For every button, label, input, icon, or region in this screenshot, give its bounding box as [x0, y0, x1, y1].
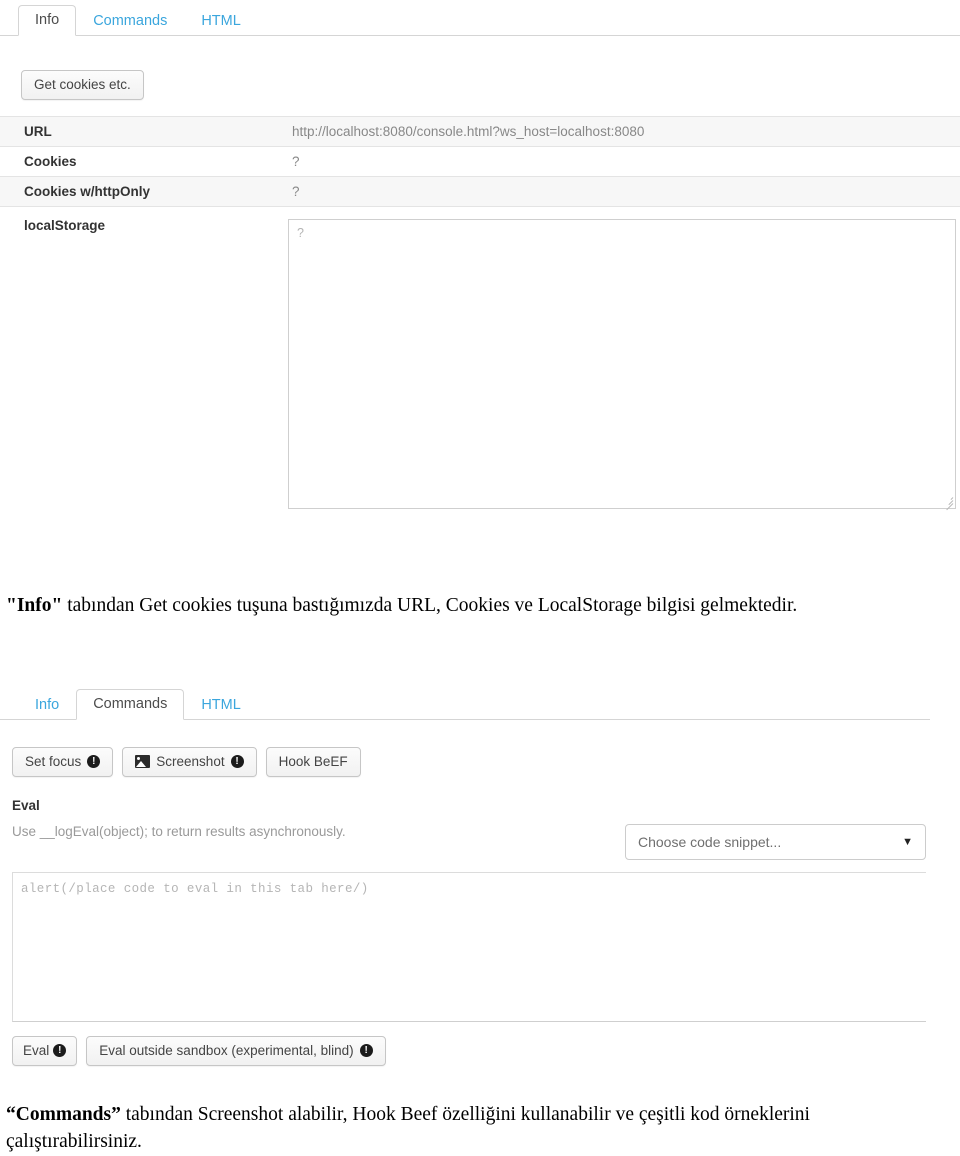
- tab-html[interactable]: HTML: [184, 6, 257, 37]
- code-snippet-select-value: Choose code snippet...: [638, 834, 782, 850]
- get-cookies-button[interactable]: Get cookies etc.: [21, 70, 144, 100]
- row-value-cookies-httponly: ?: [288, 176, 960, 207]
- caption-info-paragraph: "Info" tabından Get cookies tuşuna bastı…: [6, 592, 906, 620]
- caption-commands-paragraph: “Commands” tabından Screenshot alabilir,…: [6, 1101, 906, 1156]
- warning-icon: !: [359, 1044, 373, 1058]
- tabbar-info: Info Commands HTML: [0, 0, 960, 36]
- screenshot-button-label: Screenshot: [156, 754, 225, 769]
- warning-icon: !: [53, 1044, 67, 1058]
- row-label-cookies-httponly: Cookies w/httpOnly: [0, 176, 288, 207]
- row-label-cookies: Cookies: [0, 146, 288, 177]
- localstorage-textarea[interactable]: ?: [288, 219, 956, 511]
- eval-code-placeholder: alert(/place code to eval in this tab he…: [21, 882, 369, 896]
- image-icon: [135, 755, 151, 769]
- tabbar-commands: Info Commands HTML: [0, 684, 930, 720]
- row-label-url: URL: [0, 116, 288, 147]
- eval-heading: Eval: [12, 798, 40, 813]
- tab-commands[interactable]: Commands: [76, 688, 185, 720]
- set-focus-button[interactable]: Set focus !: [12, 747, 114, 777]
- screenshot-commands-panel: Info Commands HTML Set focus ! Screensho…: [0, 684, 930, 1074]
- code-snippet-select[interactable]: Choose code snippet... ▼: [625, 824, 926, 860]
- row-value-cookies: ?: [288, 146, 960, 177]
- set-focus-button-label: Set focus: [25, 754, 82, 769]
- eval-outside-sandbox-button[interactable]: Eval outside sandbox (experimental, blin…: [86, 1036, 386, 1066]
- caption-commands-quoted: “Commands”: [6, 1103, 121, 1125]
- localstorage-textarea-value: ?: [297, 226, 304, 240]
- eval-code-textarea[interactable]: alert(/place code to eval in this tab he…: [12, 872, 926, 1022]
- eval-outside-sandbox-button-label: Eval outside sandbox (experimental, blin…: [99, 1043, 354, 1058]
- table-row: Cookies w/httpOnly ?: [0, 176, 960, 207]
- table-row: Cookies ?: [0, 146, 960, 177]
- tab-info[interactable]: Info: [18, 690, 76, 721]
- tab-html[interactable]: HTML: [184, 690, 257, 721]
- warning-icon: !: [230, 755, 244, 769]
- chevron-down-icon: ▼: [902, 836, 913, 848]
- tab-info[interactable]: Info: [18, 4, 77, 36]
- table-row: URL http://localhost:8080/console.html?w…: [0, 116, 960, 147]
- resize-handle-icon[interactable]: [942, 495, 954, 511]
- row-label-localstorage: localStorage: [24, 218, 106, 233]
- caption-info-rest: tabından Get cookies tuşuna bastığımızda…: [62, 594, 798, 616]
- hook-beef-button[interactable]: Hook BeEF: [265, 747, 361, 777]
- row-value-url: http://localhost:8080/console.html?ws_ho…: [288, 116, 960, 147]
- screenshot-button[interactable]: Screenshot !: [122, 747, 257, 777]
- caption-info-quoted: "Info": [6, 594, 63, 616]
- warning-icon: !: [87, 755, 101, 769]
- eval-button-label: Eval: [23, 1043, 50, 1058]
- eval-button[interactable]: Eval !: [12, 1036, 78, 1066]
- get-cookies-button-label: Get cookies etc.: [34, 77, 131, 92]
- caption-commands-rest: tabından Screenshot alabilir, Hook Beef …: [6, 1103, 810, 1153]
- eval-subtitle: Use __logEval(object); to return results…: [12, 824, 346, 839]
- tab-commands[interactable]: Commands: [76, 6, 184, 37]
- hook-beef-button-label: Hook BeEF: [278, 754, 348, 769]
- screenshot-info-panel: Info Commands HTML Get cookies etc. URL …: [0, 0, 960, 516]
